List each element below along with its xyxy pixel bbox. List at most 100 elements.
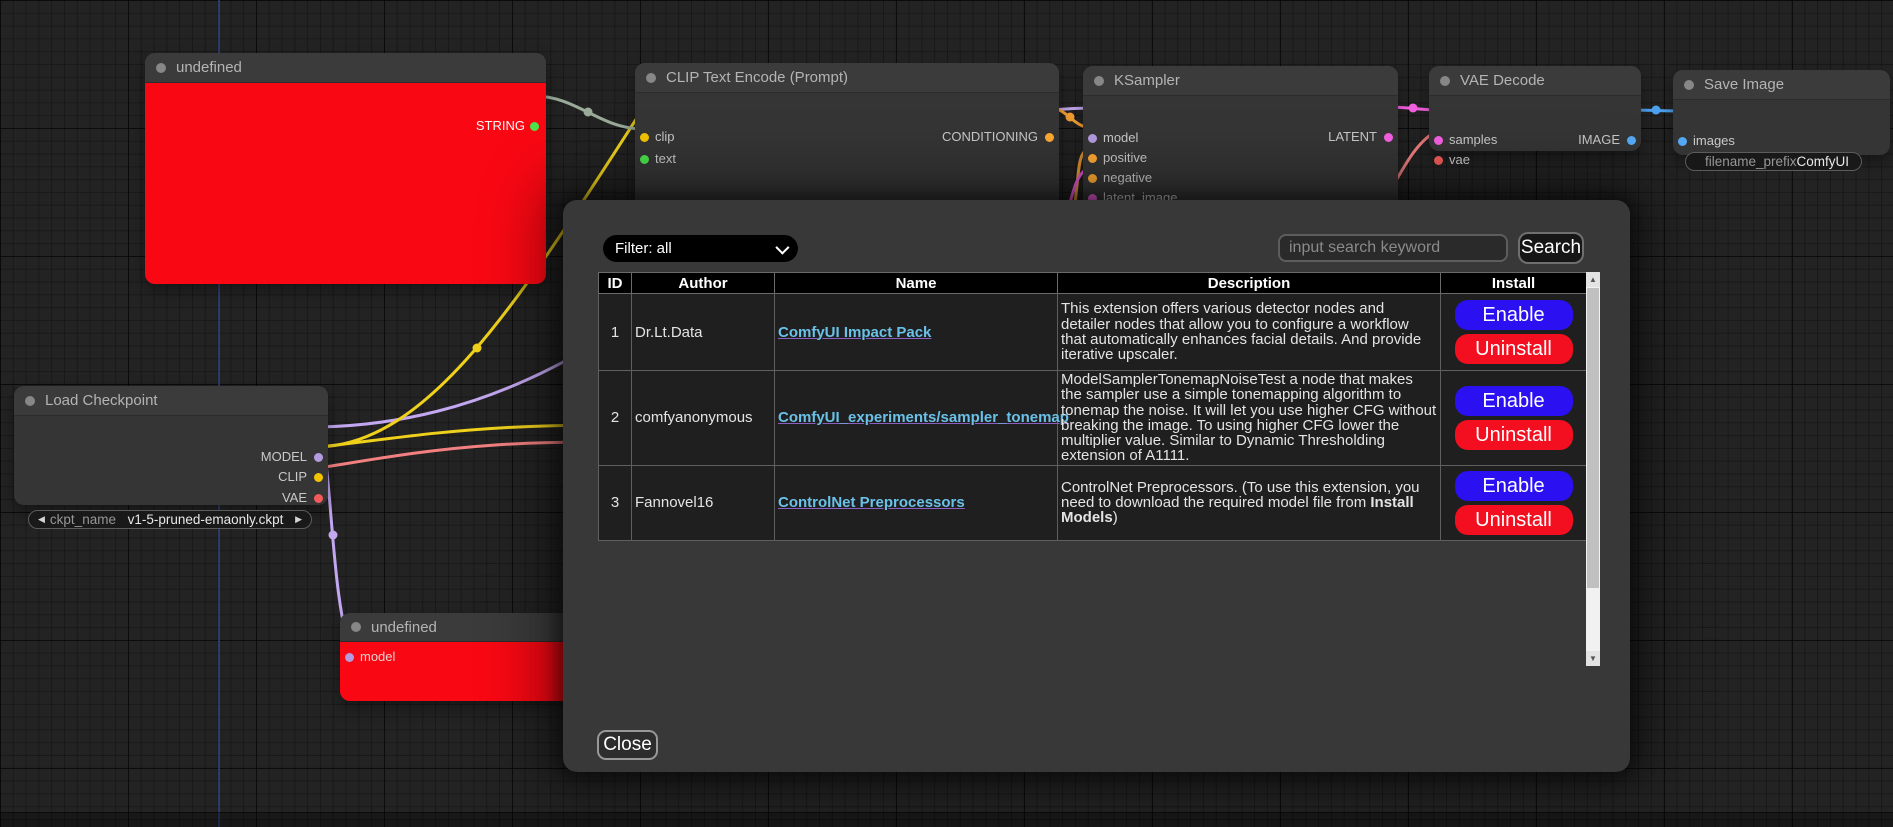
input-slot-model[interactable]	[1088, 134, 1097, 143]
input-label-negative: negative	[1103, 170, 1152, 185]
enable-button[interactable]: Enable	[1455, 386, 1573, 416]
increment-arrow-icon[interactable]: ▶	[295, 510, 302, 529]
header-id: ID	[599, 273, 632, 294]
enable-button[interactable]: Enable	[1455, 471, 1573, 501]
output-slot-latent[interactable]	[1384, 133, 1393, 142]
table-row: 1 Dr.Lt.Data ComfyUI Impact Pack This ex…	[599, 294, 1587, 371]
cell-author: Dr.Lt.Data	[632, 294, 775, 371]
uninstall-button[interactable]: Uninstall	[1455, 334, 1573, 364]
decrement-arrow-icon[interactable]: ◀	[38, 510, 45, 529]
input-label-clip: clip	[655, 129, 675, 144]
output-label-model: MODEL	[261, 449, 307, 464]
node-save-image[interactable]: Save Image images filename_prefix ComfyU…	[1673, 70, 1890, 155]
close-button[interactable]: Close	[597, 730, 658, 760]
node-title-bar: Save Image	[1673, 70, 1890, 100]
input-slot-model[interactable]	[345, 653, 354, 662]
input-label-positive: positive	[1103, 150, 1147, 165]
search-input[interactable]	[1278, 234, 1508, 262]
chevron-down-icon	[775, 240, 789, 254]
node-title: CLIP Text Encode (Prompt)	[666, 69, 848, 86]
extension-table: ID Author Name Description Install 1 Dr.…	[598, 272, 1587, 541]
cell-author: Fannovel16	[632, 465, 775, 540]
output-label-image: IMAGE	[1578, 132, 1620, 147]
widget-value: v1-5-pruned-emaonly.ckpt	[116, 512, 295, 527]
scroll-up-icon[interactable]: ▲	[1586, 272, 1600, 287]
node-title: Save Image	[1704, 76, 1784, 93]
node-vae-decode[interactable]: VAE Decode samples vae IMAGE	[1429, 66, 1641, 151]
node-body: STRING	[145, 83, 546, 284]
output-slot-conditioning[interactable]	[1045, 133, 1054, 142]
output-slot-vae[interactable]	[314, 494, 323, 503]
extension-link[interactable]: ComfyUI Impact Pack	[778, 324, 931, 341]
extension-manager-dialog: Filter: all Search ID Author Name Descri…	[563, 200, 1630, 772]
input-slot-negative[interactable]	[1088, 174, 1097, 183]
filter-label: Filter: all	[615, 240, 672, 257]
widget-label: ckpt_name	[50, 512, 116, 527]
cell-id: 1	[599, 294, 632, 371]
node-title-bar: CLIP Text Encode (Prompt)	[635, 63, 1059, 93]
node-collapse-dot[interactable]	[1440, 76, 1450, 86]
table-row: 2 comfyanonymous ComfyUI_experiments/sam…	[599, 371, 1587, 466]
uninstall-button[interactable]: Uninstall	[1455, 420, 1573, 450]
node-undefined-top[interactable]: undefined STRING	[145, 53, 546, 283]
node-title: VAE Decode	[1460, 72, 1545, 89]
node-title: undefined	[176, 59, 242, 76]
output-label-clip: CLIP	[278, 469, 307, 484]
scrollbar[interactable]: ▲ ▼	[1586, 272, 1600, 666]
cell-author: comfyanonymous	[632, 371, 775, 466]
header-name: Name	[775, 273, 1058, 294]
node-body: images filename_prefix ComfyUI	[1673, 100, 1890, 156]
node-collapse-dot[interactable]	[1094, 76, 1104, 86]
output-label-latent: LATENT	[1328, 129, 1377, 144]
node-title-bar: undefined	[340, 613, 580, 642]
node-title-bar: Load Checkpoint	[14, 386, 328, 416]
cell-id: 2	[599, 371, 632, 466]
output-slot-image[interactable]	[1627, 136, 1636, 145]
extension-table-container: ID Author Name Description Install 1 Dr.…	[598, 272, 1600, 666]
node-body: MODEL CLIP VAE ◀ ckpt_name v1-5-pruned-e…	[14, 416, 328, 506]
node-title-bar: VAE Decode	[1429, 66, 1641, 96]
graph-canvas[interactable]: undefined STRING CLIP Text Encode (Promp…	[0, 0, 1893, 827]
output-slot-string[interactable]	[530, 122, 539, 131]
uninstall-button[interactable]: Uninstall	[1455, 505, 1573, 535]
extension-link[interactable]: ComfyUI_experiments/sampler_tonemap	[778, 409, 1069, 426]
node-collapse-dot[interactable]	[156, 63, 166, 73]
input-label-images: images	[1693, 133, 1735, 148]
input-slot-vae[interactable]	[1434, 156, 1443, 165]
search-button[interactable]: Search	[1518, 232, 1584, 264]
output-label-string: STRING	[476, 118, 525, 133]
table-header-row: ID Author Name Description Install	[599, 273, 1587, 294]
output-slot-clip[interactable]	[314, 473, 323, 482]
ckpt-name-widget[interactable]: ◀ ckpt_name v1-5-pruned-emaonly.ckpt ▶	[28, 510, 312, 529]
input-slot-positive[interactable]	[1088, 154, 1097, 163]
header-author: Author	[632, 273, 775, 294]
input-slot-clip[interactable]	[640, 133, 649, 142]
node-title: undefined	[371, 619, 437, 636]
node-collapse-dot[interactable]	[25, 396, 35, 406]
output-slot-model[interactable]	[314, 453, 323, 462]
table-row: 3 Fannovel16 ControlNet Preprocessors Co…	[599, 465, 1587, 540]
enable-button[interactable]: Enable	[1455, 300, 1573, 330]
node-load-checkpoint[interactable]: Load Checkpoint MODEL CLIP VAE ◀ ckpt_na…	[14, 386, 328, 505]
input-slot-text[interactable]	[640, 155, 649, 164]
cell-install: Enable Uninstall	[1441, 371, 1587, 466]
cell-install: Enable Uninstall	[1441, 465, 1587, 540]
node-collapse-dot[interactable]	[646, 73, 656, 83]
node-body: model	[340, 642, 580, 701]
node-undefined-bottom[interactable]: undefined model	[340, 613, 580, 700]
scrollbar-thumb[interactable]	[1587, 288, 1599, 588]
filename-prefix-widget[interactable]: filename_prefix ComfyUI	[1685, 152, 1862, 171]
input-label-text: text	[655, 151, 676, 166]
input-label-model: model	[360, 649, 395, 664]
node-collapse-dot[interactable]	[351, 622, 361, 632]
scroll-down-icon[interactable]: ▼	[1586, 651, 1600, 666]
input-slot-samples[interactable]	[1434, 136, 1443, 145]
input-slot-images[interactable]	[1678, 137, 1687, 146]
extension-link[interactable]: ControlNet Preprocessors	[778, 494, 965, 511]
node-collapse-dot[interactable]	[1684, 80, 1694, 90]
filter-select[interactable]: Filter: all	[603, 235, 798, 262]
header-description: Description	[1058, 273, 1441, 294]
output-label-conditioning: CONDITIONING	[942, 129, 1038, 144]
widget-value: ComfyUI	[1797, 154, 1850, 169]
cell-description: ControlNet Preprocessors. (To use this e…	[1058, 465, 1441, 540]
